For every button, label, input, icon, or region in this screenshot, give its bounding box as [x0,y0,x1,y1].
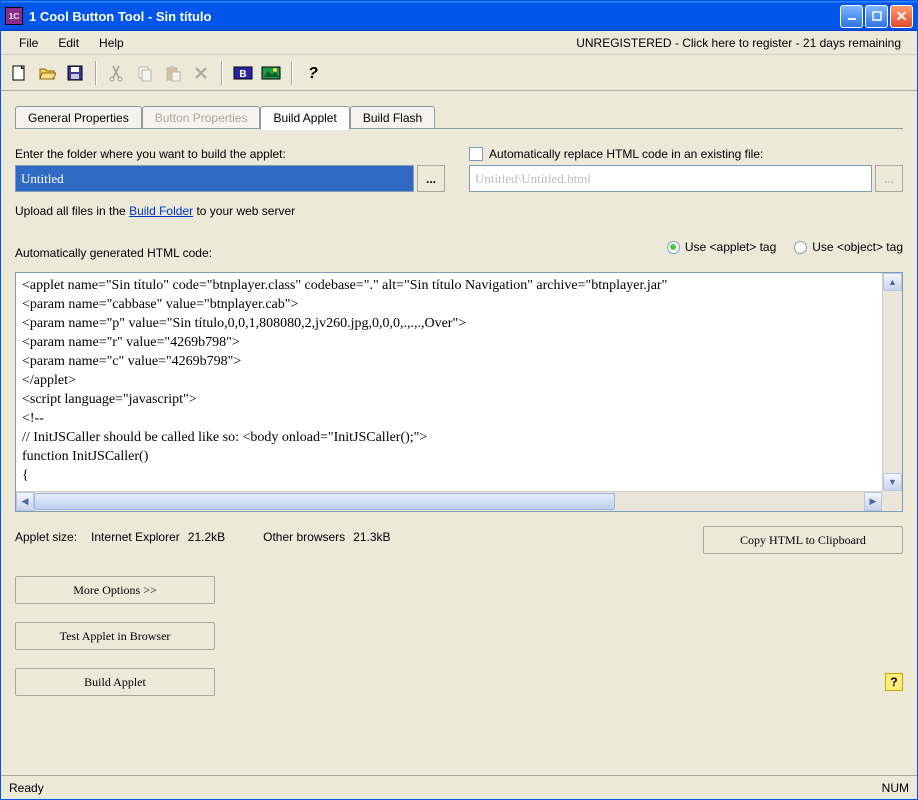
scroll-down-icon[interactable]: ▼ [883,473,902,491]
svg-text:B: B [239,69,246,80]
scroll-up-icon[interactable]: ▲ [883,273,902,291]
content-area: General Properties Button Properties Bui… [1,91,917,775]
tab-button-properties[interactable]: Button Properties [142,106,261,129]
toolbar: B ? [1,55,917,91]
menu-edit[interactable]: Edit [48,34,89,52]
radio-applet[interactable] [667,241,680,254]
scroll-corner [882,491,902,511]
app-icon: 1C [5,7,23,25]
tab-build-flash[interactable]: Build Flash [350,106,435,129]
status-numlock: NUM [882,781,909,795]
code-textarea[interactable]: <applet name="Sin título" code="btnplaye… [15,272,903,512]
scroll-thumb[interactable] [34,493,615,510]
menubar: File Edit Help UNREGISTERED - Click here… [1,31,917,55]
minimize-button[interactable] [840,5,863,28]
scroll-track[interactable] [34,492,864,511]
register-notice[interactable]: UNREGISTERED - Click here to register - … [576,36,909,50]
context-help-icon[interactable]: ? [885,673,903,691]
more-options-button[interactable]: More Options >> [15,576,215,604]
auto-replace-label: Automatically replace HTML code in an ex… [489,147,763,161]
new-button[interactable] [7,61,31,85]
test-applet-button[interactable]: Test Applet in Browser [15,622,215,650]
code-content[interactable]: <applet name="Sin título" code="btnplaye… [16,273,902,491]
radio-applet-row[interactable]: Use <applet> tag [667,240,776,254]
scroll-left-icon[interactable]: ◀ [16,492,34,511]
statusbar: Ready NUM [1,775,917,799]
tab-strip: General Properties Button Properties Bui… [15,103,903,129]
folder-input[interactable] [15,165,414,192]
vertical-scrollbar[interactable]: ▲▼ [882,273,902,491]
save-button[interactable] [63,61,87,85]
cut-button[interactable] [105,61,129,85]
delete-button[interactable] [189,61,213,85]
menu-help[interactable]: Help [89,34,134,52]
image-tool-icon[interactable] [259,61,283,85]
paste-button[interactable] [161,61,185,85]
code-label: Automatically generated HTML code: [15,246,212,260]
tab-general[interactable]: General Properties [15,106,142,129]
menu-file[interactable]: File [9,34,48,52]
status-text: Ready [9,781,44,795]
tab-build-applet[interactable]: Build Applet [260,106,349,130]
radio-object[interactable] [794,241,807,254]
radio-object-row[interactable]: Use <object> tag [794,240,903,254]
open-button[interactable] [35,61,59,85]
tab-panel: Enter the folder where you want to build… [15,128,903,775]
folder-browse-button[interactable]: ... [417,165,445,192]
auto-replace-browse-button: ... [875,165,903,192]
button-tool-icon[interactable]: B [231,61,255,85]
close-button[interactable]: ✕ [890,5,913,28]
auto-replace-input [469,165,872,192]
window-controls: ✕ [840,5,913,28]
copy-button[interactable] [133,61,157,85]
svg-text:?: ? [308,65,318,82]
toolbar-separator [291,61,293,85]
build-applet-button[interactable]: Build Applet [15,668,215,696]
toolbar-separator [221,61,223,85]
help-button[interactable]: ? [301,61,325,85]
window-title: 1 Cool Button Tool - Sin título [29,9,840,24]
titlebar[interactable]: 1C 1 Cool Button Tool - Sin título ✕ [1,1,917,31]
auto-replace-checkbox[interactable] [469,147,483,161]
app-window: 1C 1 Cool Button Tool - Sin título ✕ Fil… [0,0,918,800]
scroll-right-icon[interactable]: ▶ [864,492,882,511]
build-folder-link[interactable]: Build Folder [129,204,193,218]
upload-note: Upload all files in the Build Folder to … [15,204,445,218]
folder-label: Enter the folder where you want to build… [15,147,445,161]
maximize-button[interactable] [865,5,888,28]
applet-size-info: Applet size: Internet Explorer 21.2kB Ot… [15,530,391,544]
horizontal-scrollbar[interactable]: ◀▶ [16,491,882,511]
copy-html-button[interactable]: Copy HTML to Clipboard [703,526,903,554]
auto-replace-row[interactable]: Automatically replace HTML code in an ex… [469,147,903,161]
toolbar-separator [95,61,97,85]
